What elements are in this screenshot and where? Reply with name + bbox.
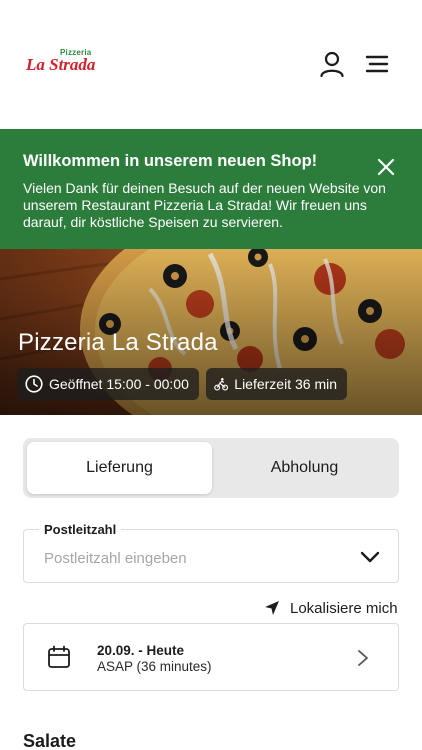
hero-image: Pizzeria La Strada Geöffnet 15:00 - 00:0… [0,249,422,415]
chevron-down-icon[interactable] [360,550,380,564]
banner-title: Willkommen in unserem neuen Shop! [23,152,318,170]
header: Pizzeria La Strada [0,0,422,128]
order-mode-toggle: Lieferung Abholung [23,438,399,498]
opening-hours-badge: Geöffnet 15:00 - 00:00 [17,368,199,400]
menu-section-title: Salate [23,731,77,750]
tab-pickup[interactable]: Abholung [212,442,397,494]
logo-title: La Strada [26,55,96,74]
calendar-icon [48,645,70,668]
hamburger-menu-icon[interactable] [364,54,390,74]
schedule-time: ASAP (36 minutes) [97,659,212,674]
postcode-select[interactable]: Postleitzahl Postleitzahl eingeben [23,522,399,583]
location-arrow-icon [265,601,279,615]
clock-icon [25,375,43,393]
user-icon[interactable] [319,51,345,77]
locate-me-link[interactable]: Lokalisiere mich [264,598,398,618]
bicycle-courier-icon [214,377,229,391]
welcome-banner: Willkommen in unserem neuen Shop! Vielen… [0,129,422,249]
restaurant-name: Pizzeria La Strada [18,329,218,356]
banner-text: Vielen Dank für deinen Besuch auf der ne… [23,180,386,230]
postcode-placeholder: Postleitzahl eingeben [44,550,187,567]
chevron-right-icon [358,650,368,666]
tab-delivery[interactable]: Lieferung [27,442,212,494]
schedule-selector[interactable]: 20.09. - Heute ASAP (36 minutes) [23,623,399,691]
logo[interactable]: Pizzeria La Strada [26,48,106,76]
postcode-label: Postleitzahl [39,522,122,537]
close-icon[interactable] [376,157,396,177]
delivery-time-badge: Lieferzeit 36 min [206,368,347,400]
delivery-time-text: Lieferzeit 36 min [234,376,337,392]
locate-me-label: Lokalisiere mich [290,599,398,617]
opening-hours-text: Geöffnet 15:00 - 00:00 [49,376,189,392]
schedule-date: 20.09. - Heute [97,643,185,658]
